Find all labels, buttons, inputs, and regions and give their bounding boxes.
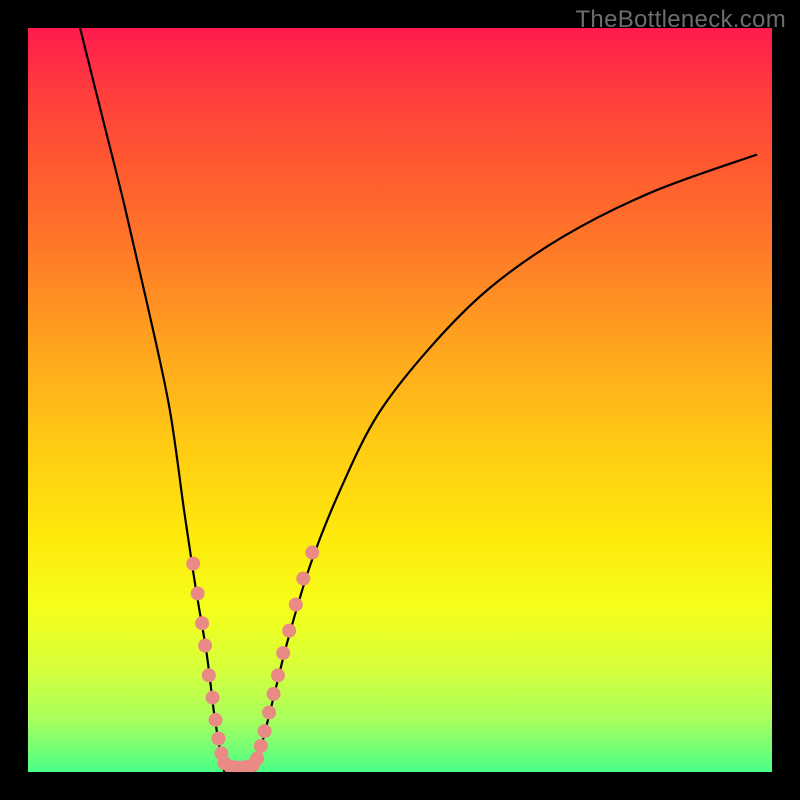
- chart-container: TheBottleneck.com: [0, 0, 800, 800]
- watermark-text: TheBottleneck.com: [575, 6, 786, 34]
- highlight-dot: [267, 687, 281, 701]
- highlight-dot: [250, 752, 264, 766]
- left-branch: [80, 28, 224, 772]
- highlight-dot: [305, 546, 319, 560]
- highlight-dot: [186, 557, 200, 571]
- highlight-dot: [289, 598, 303, 612]
- highlight-dot: [282, 624, 296, 638]
- highlight-dot: [276, 646, 290, 660]
- highlight-dots: [186, 546, 319, 772]
- right-branch: [255, 154, 757, 772]
- highlight-dot: [208, 713, 222, 727]
- curve-svg: [28, 28, 772, 772]
- highlight-dot: [211, 732, 225, 746]
- plot-area: [28, 28, 772, 772]
- highlight-dot: [191, 586, 205, 600]
- highlight-dot: [271, 668, 285, 682]
- highlight-dot: [198, 639, 212, 653]
- highlight-dot: [254, 739, 268, 753]
- highlight-dot: [258, 724, 272, 738]
- highlight-dot: [262, 705, 276, 719]
- highlight-dot: [202, 668, 216, 682]
- highlight-dot: [206, 691, 220, 705]
- highlight-dot: [195, 616, 209, 630]
- highlight-dot: [296, 572, 310, 586]
